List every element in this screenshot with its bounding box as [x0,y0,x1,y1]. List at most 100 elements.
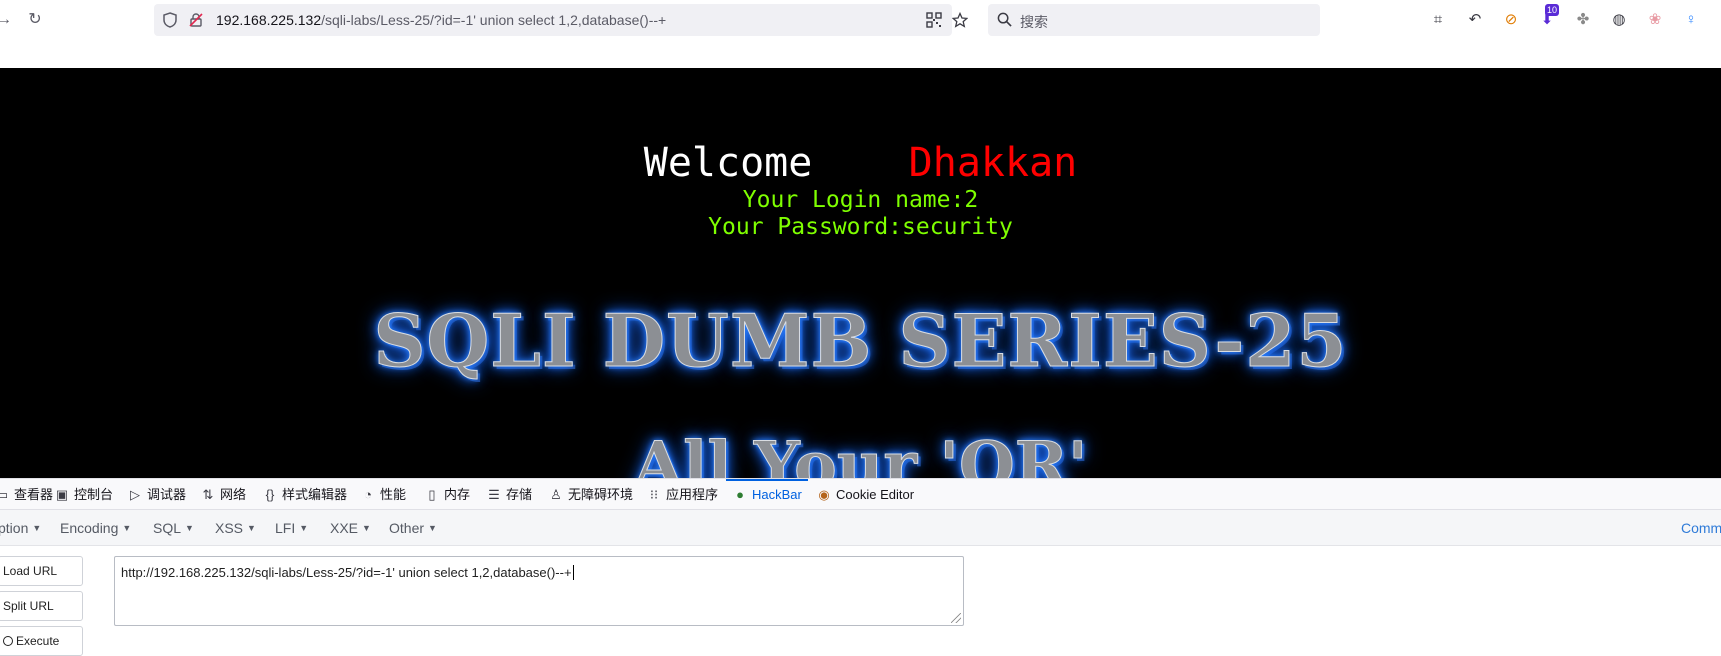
menu-xxe[interactable]: XXE ▼ [330,520,371,536]
menu-label: SQL [153,520,182,536]
debugger-icon: ▷ [130,487,140,502]
tab-label: 调试器 [147,487,187,502]
hackbar-menu: ption ▼ Encoding ▼ SQL ▼ XSS ▼ LFI ▼ XXE ▼ Oth… [0,510,1721,546]
chevron-down-icon: ▼ [428,523,437,533]
login-name-text: Your Login name:2 [742,187,979,213]
browser-toolbar: → ↻ 192.168.225.132/sqli-labs/Less-25/?i… [0,0,1721,40]
url-text[interactable]: 192.168.225.132/sqli-labs/Less-25/?id=-1… [216,12,666,28]
search-icon [997,12,1012,32]
url-host: 192.168.225.132 [216,12,322,28]
menu-label: Other [389,520,425,536]
welcome-line: Welcome Dhakkan [0,140,1721,186]
qr-code-icon[interactable] [926,12,942,28]
download-extension-icon[interactable]: ⬇ 10 [1537,4,1560,30]
execute-icon [3,636,13,646]
puzzle-extension-icon[interactable]: ✤ [1573,10,1593,30]
load-url-button[interactable]: Load URL [0,556,83,586]
tab-label: 查看器 [14,487,54,502]
tab-label: HackBar [752,487,802,502]
cookie-icon: ◉ [818,487,830,502]
tab-label: 内存 [444,487,471,502]
tab-label: 无障碍环境 [568,487,634,502]
blue-extension-icon[interactable]: ♀ [1681,10,1701,30]
pink-extension-icon[interactable]: ❀ [1645,10,1665,30]
tab-cookie-editor[interactable]: ◉ Cookie Editor [816,479,914,510]
application-icon: ⁝⁝ [649,487,659,502]
inspector-icon: ▭ [0,487,9,502]
tab-accessibility[interactable]: ♙ 无障碍环境 [548,479,633,510]
web-page: Welcome Dhakkan Your Login name:2 Your P… [0,68,1721,478]
chevron-down-icon: ▼ [32,523,42,533]
tab-label: 应用程序 [666,487,719,502]
chevron-down-icon: ▼ [362,523,371,533]
extension-badge: 10 [1545,4,1560,16]
resize-grip-icon[interactable] [951,613,961,623]
shield-icon[interactable] [162,12,178,28]
menu-encoding[interactable]: Encoding ▼ [60,520,131,536]
welcome-text: Welcome [643,140,813,186]
tab-network[interactable]: ⇅ 网络 [200,479,246,510]
tab-memory[interactable]: ▯ 内存 [424,479,470,510]
password-text: Your Password:security [708,214,1013,240]
memory-icon: ▯ [428,487,436,502]
text-cursor [572,565,574,580]
execute-button[interactable]: Execute [0,626,83,656]
storage-icon: ☰ [488,487,500,502]
search-bar[interactable]: 搜索 [988,4,1320,36]
devtools-tabbar: ▭ 查看器 ▣ 控制台 ▷ 调试器 ⇅ 网络 {} 样式编辑器 ◔ 性能 ▯ 内存 ☰ 存储 ♙… [0,478,1721,510]
hackbar-icon: ● [736,487,744,502]
network-icon: ⇅ [202,487,214,502]
execute-label: Execute [16,634,60,648]
tab-debugger[interactable]: ▷ 调试器 [127,479,186,510]
load-url-label: Load URL [3,564,58,578]
tab-application[interactable]: ⁝⁝ 应用程序 [646,479,718,510]
url-path: /sqli-labs/Less-25/?id=-1' union select … [321,12,667,28]
accessibility-icon: ♙ [550,487,562,502]
cookie-extension-icon[interactable]: ◍ [1609,10,1629,30]
menu-label: XXE [330,520,359,536]
banner-subtitle: All Your 'OR' [633,428,1088,479]
menu-sql[interactable]: SQL ▼ [153,520,194,536]
tab-storage[interactable]: ☰ 存储 [486,479,532,510]
hackbar-panel: Load URL Split URL Execute http://192.16… [0,546,1721,656]
url-textarea[interactable]: http://192.168.225.132/sqli-labs/Less-25… [114,556,964,626]
console-icon: ▣ [55,487,69,502]
menu-commands[interactable]: Comm [1681,520,1721,536]
tab-label: Cookie Editor [836,487,915,502]
forward-icon[interactable]: → [0,10,14,30]
tab-label: 性能 [380,487,407,502]
split-url-button[interactable]: Split URL [0,591,83,621]
bookmark-star-icon[interactable] [951,11,969,28]
chevron-down-icon: ▼ [122,523,132,533]
undo-icon[interactable]: ↶ [1465,10,1485,30]
search-placeholder: 搜索 [1020,14,1048,30]
split-url-label: Split URL [3,599,54,613]
menu-label: LFI [275,520,296,536]
tab-style-editor[interactable]: {} 样式编辑器 [262,479,347,510]
menu-label: Encoding [60,520,119,536]
menu-lfi[interactable]: LFI ▼ [275,520,308,536]
address-bar[interactable]: 192.168.225.132/sqli-labs/Less-25/?id=-1… [154,4,969,36]
tab-console[interactable]: ▣ 控制台 [54,479,113,510]
menu-other[interactable]: Other ▼ [389,520,437,536]
url-textarea-value: http://192.168.225.132/sqli-labs/Less-25… [121,565,572,580]
banner-title: SQLI DUMB SERIES-25 [373,298,1348,384]
menu-label: XSS [215,520,244,536]
tab-label: 样式编辑器 [282,487,348,502]
screenshot-crop-icon[interactable]: ⌗ [1428,10,1448,30]
tab-performance[interactable]: ◔ 性能 [360,479,406,510]
tab-hackbar[interactable]: ● HackBar [726,479,808,510]
menu-label: ption [0,520,29,536]
insecure-lock-icon[interactable] [188,12,204,28]
menu-option[interactable]: ption ▼ [0,520,41,536]
menu-xss[interactable]: XSS ▼ [215,520,256,536]
tab-inspector[interactable]: ▭ 查看器 [0,479,53,510]
chevron-down-icon: ▼ [299,523,309,533]
performance-icon: ◔ [364,487,372,502]
welcome-name: Dhakkan [908,140,1078,186]
reload-icon[interactable]: ↻ [25,10,45,30]
tab-label: 存储 [506,487,533,502]
tab-label: 控制台 [74,487,114,502]
blocker-extension-icon[interactable]: ⊘ [1501,10,1521,30]
style-editor-icon: {} [265,487,275,502]
